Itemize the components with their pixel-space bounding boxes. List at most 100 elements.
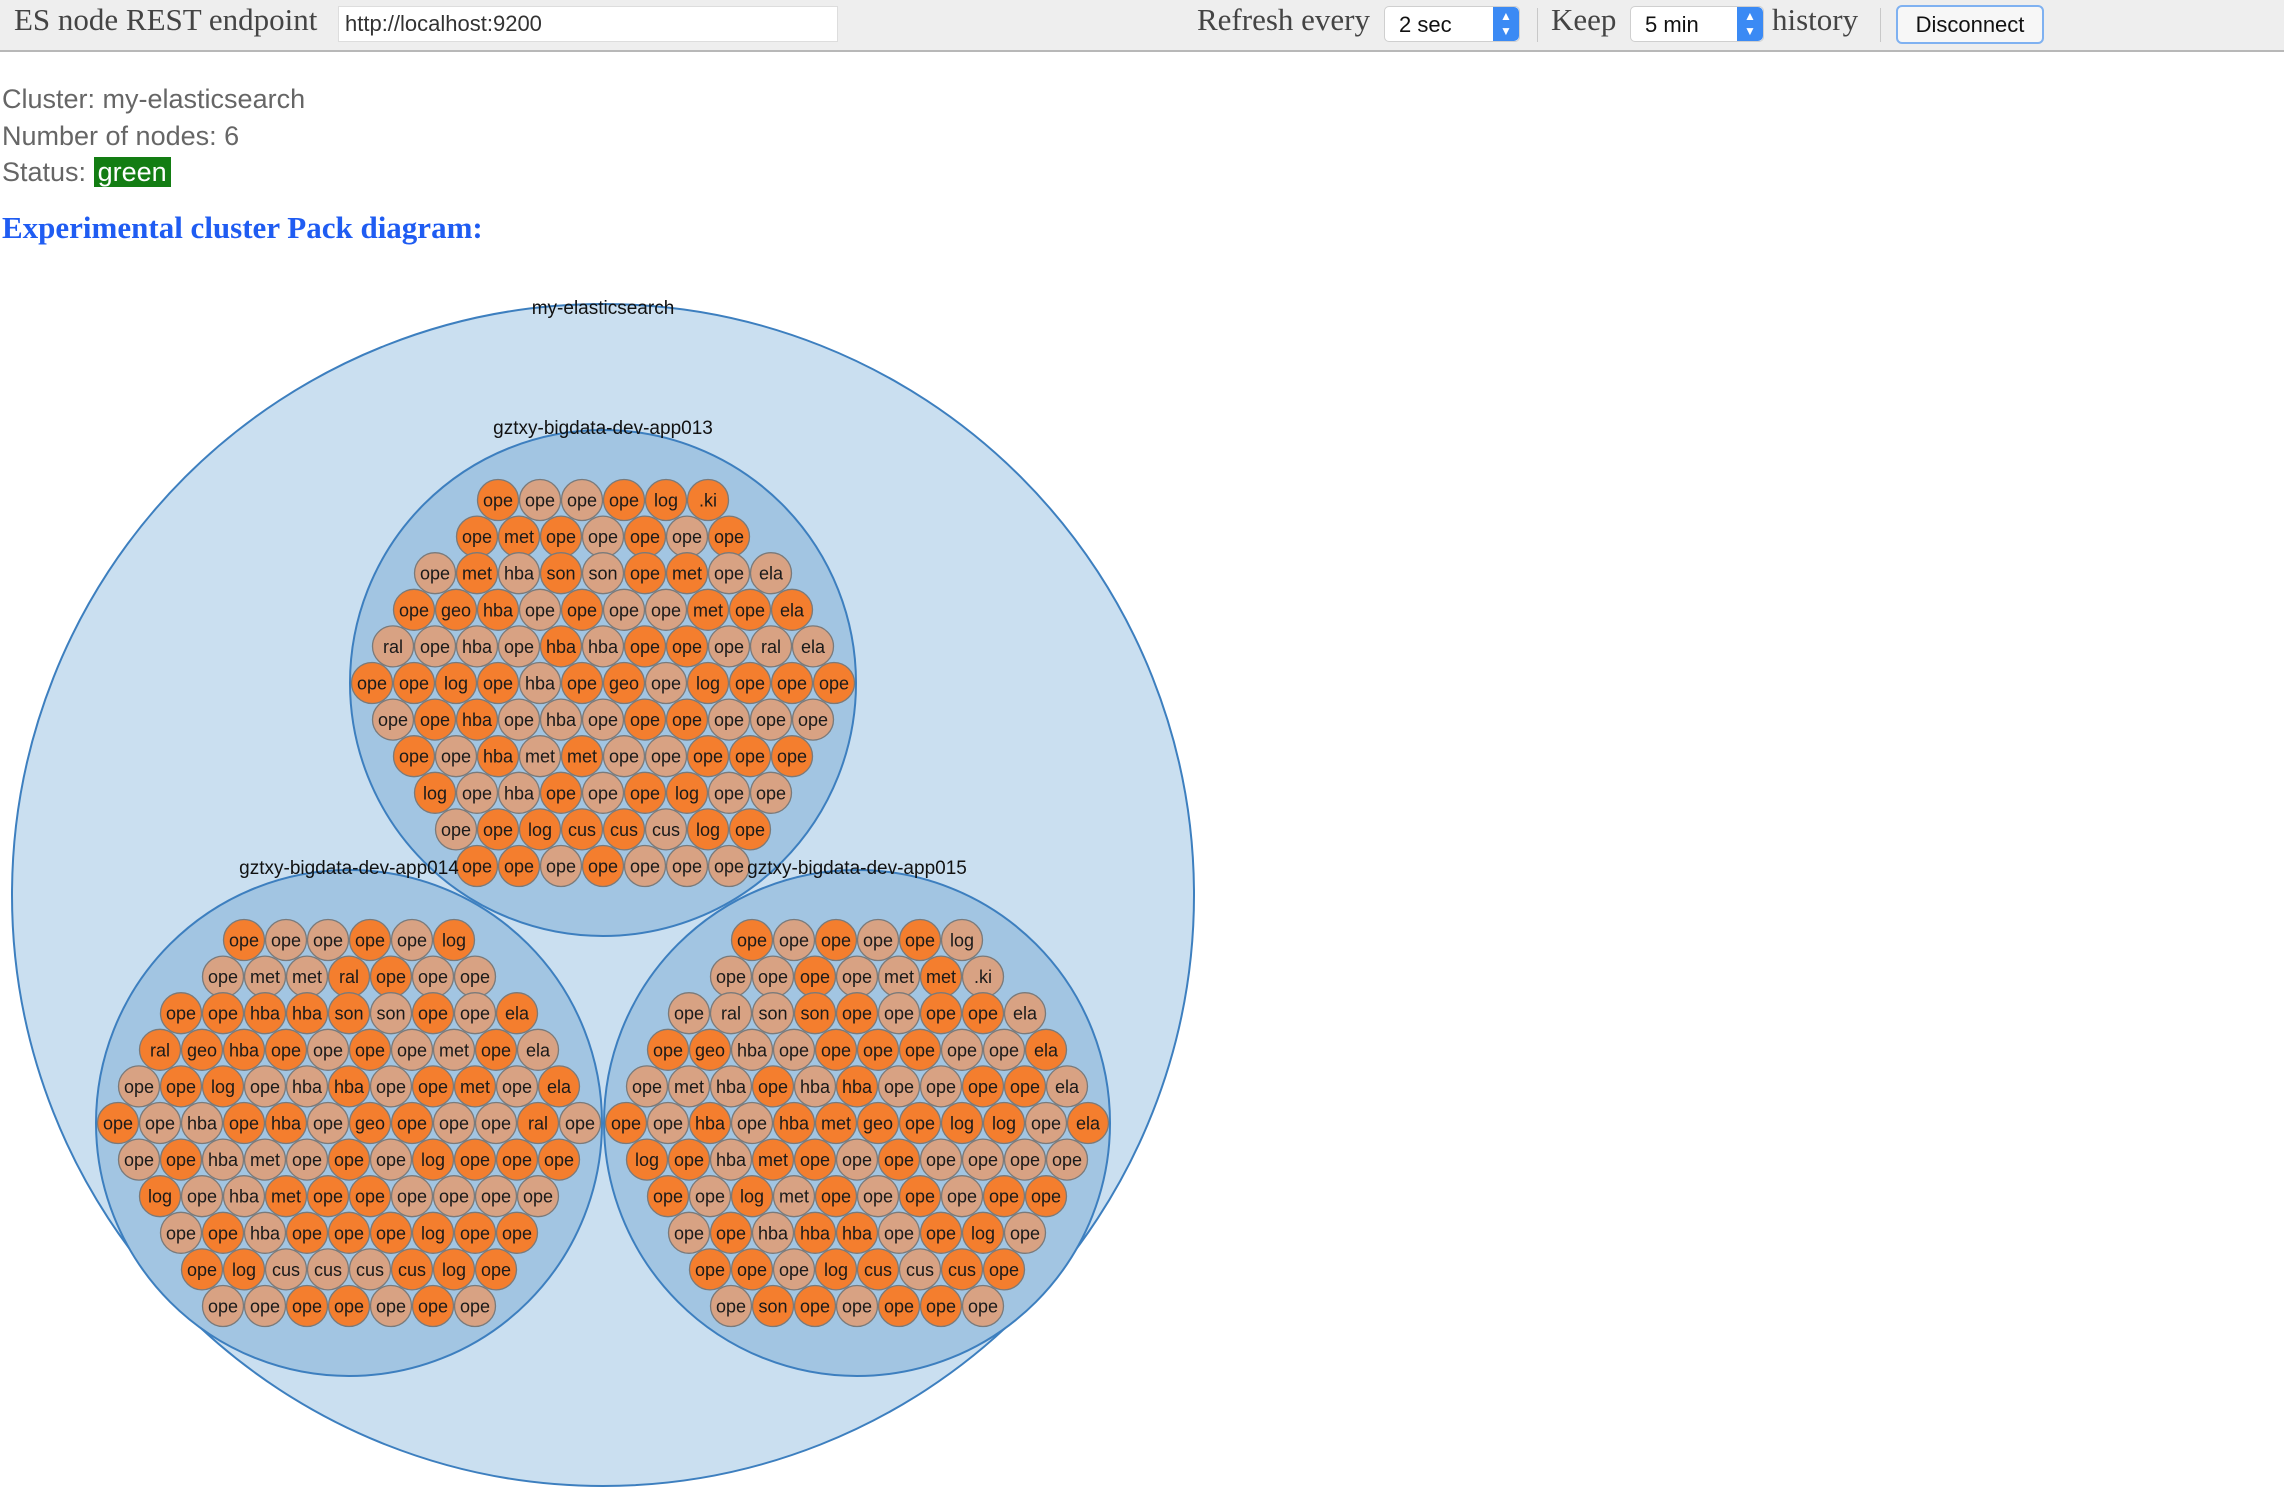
- shard-label: ope: [716, 1297, 746, 1317]
- shard-label: ope: [756, 783, 786, 803]
- shard-label: ope: [714, 710, 744, 730]
- shard-label: hba: [842, 1077, 873, 1097]
- shard-label: met: [460, 1077, 490, 1097]
- shard-label: ope: [145, 1114, 175, 1134]
- shard-label: ope: [756, 710, 786, 730]
- shard-label: ope: [483, 820, 513, 840]
- cluster-name: my-elasticsearch: [102, 84, 306, 114]
- shard-label: geo: [695, 1040, 725, 1060]
- shard-label: met: [821, 1114, 851, 1134]
- shard-label: ope: [735, 600, 765, 620]
- cluster-pack-diagram: my-elasticsearchope ope ope ope log .kiope met…: [11, 298, 1195, 1487]
- shard-label: ope: [651, 600, 681, 620]
- shard-label: ope: [714, 637, 744, 657]
- shard-label: ope: [399, 674, 429, 694]
- shard-label: ope: [355, 931, 385, 951]
- shard-label: ope: [546, 527, 576, 547]
- shard-label: ope: [376, 967, 406, 987]
- shard-label: ope: [863, 1040, 893, 1060]
- shard-label: ope: [460, 1297, 490, 1317]
- shard-label: ope: [884, 1150, 914, 1170]
- diagram-heading: Experimental cluster Pack diagram:: [2, 210, 483, 245]
- shard-label: ope: [777, 747, 807, 767]
- disconnect-button[interactable]: Disconnect: [1896, 5, 2044, 44]
- shard-label: ope: [1031, 1114, 1061, 1134]
- shard-label: ope: [672, 857, 702, 877]
- shard-label: ope: [884, 1077, 914, 1097]
- shard-label: hba: [271, 1114, 302, 1134]
- shard-label: met: [525, 747, 555, 767]
- shard-label: geo: [355, 1114, 385, 1134]
- shard-label: ope: [355, 1187, 385, 1207]
- shard-label: ope: [630, 783, 660, 803]
- shard-label: log: [675, 783, 699, 803]
- shard-label: ope: [462, 857, 492, 877]
- refresh-interval-select[interactable]: 2 sec ▲ ▼: [1384, 6, 1520, 42]
- shard-label: ral: [721, 1004, 741, 1024]
- shard-label: log: [528, 820, 552, 840]
- shard-label: ope: [905, 1040, 935, 1060]
- shard-label: ope: [674, 1223, 704, 1243]
- shard-label: ope: [947, 1187, 977, 1207]
- shard-label: log: [992, 1114, 1016, 1134]
- shard-label: ela: [759, 564, 784, 584]
- shard-label: hba: [737, 1040, 768, 1060]
- shard-label: ope: [714, 783, 744, 803]
- shard-label: ope: [376, 1077, 406, 1097]
- shard-label: ope: [672, 710, 702, 730]
- shard-label: ope: [1010, 1077, 1040, 1097]
- endpoint-input[interactable]: [338, 6, 838, 42]
- shard-label: ope: [481, 1040, 511, 1060]
- shard-label: ope: [588, 857, 618, 877]
- shard-label: ope: [418, 1297, 448, 1317]
- history-duration-select[interactable]: 5 min ▲ ▼: [1630, 6, 1764, 42]
- shard-label: ope: [800, 1297, 830, 1317]
- shard-label: ope: [523, 1187, 553, 1207]
- shard-label: ope: [1031, 1187, 1061, 1207]
- shard-label: ope: [735, 820, 765, 840]
- shard-label: cus: [398, 1260, 426, 1280]
- shard-label: ope: [460, 1150, 490, 1170]
- shard-label: log: [421, 1150, 445, 1170]
- shard-label: log: [950, 1114, 974, 1134]
- shard-label: ope: [630, 564, 660, 584]
- shard-label: ope: [313, 931, 343, 951]
- shard-label: ral: [339, 967, 359, 987]
- shard-label: ope: [926, 1223, 956, 1243]
- shard-label: log: [635, 1150, 659, 1170]
- shard-label: met: [504, 527, 534, 547]
- shard-label: ope: [271, 1040, 301, 1060]
- shard-label: hba: [716, 1077, 747, 1097]
- shard-label: ela: [780, 600, 805, 620]
- shard-label: met: [672, 564, 702, 584]
- shard-label: ope: [821, 931, 851, 951]
- shard-label: hba: [779, 1114, 810, 1134]
- shard-label: ope: [884, 1297, 914, 1317]
- shard-label: ope: [462, 527, 492, 547]
- shard-label: ope: [397, 1187, 427, 1207]
- history-duration-value: 5 min: [1645, 12, 1699, 37]
- shard-label: geo: [187, 1040, 217, 1060]
- shard-label: ela: [1055, 1077, 1080, 1097]
- shard-label: met: [884, 967, 914, 987]
- shard-label: ope: [544, 1150, 574, 1170]
- shard-label: hba: [187, 1114, 218, 1134]
- shard-label: ope: [777, 674, 807, 694]
- shard-label: ope: [376, 1297, 406, 1317]
- shard-label: hba: [250, 1223, 281, 1243]
- shard-label: ope: [800, 967, 830, 987]
- shard-label: ope: [630, 857, 660, 877]
- shard-label: ope: [693, 747, 723, 767]
- shard-label: ope: [250, 1297, 280, 1317]
- shard-label: ope: [483, 674, 513, 694]
- shard-label: ope: [653, 1187, 683, 1207]
- shard-label: ope: [884, 1223, 914, 1243]
- shard-label: ope: [504, 857, 534, 877]
- shard-label: ope: [502, 1077, 532, 1097]
- shard-label: log: [442, 931, 466, 951]
- shard-label: log: [442, 1260, 466, 1280]
- shard-label: ope: [821, 1187, 851, 1207]
- shard-label: ope: [313, 1187, 343, 1207]
- shard-label: met: [250, 1150, 280, 1170]
- toolbar: ES node REST endpoint Refresh every 2 se…: [0, 0, 2284, 52]
